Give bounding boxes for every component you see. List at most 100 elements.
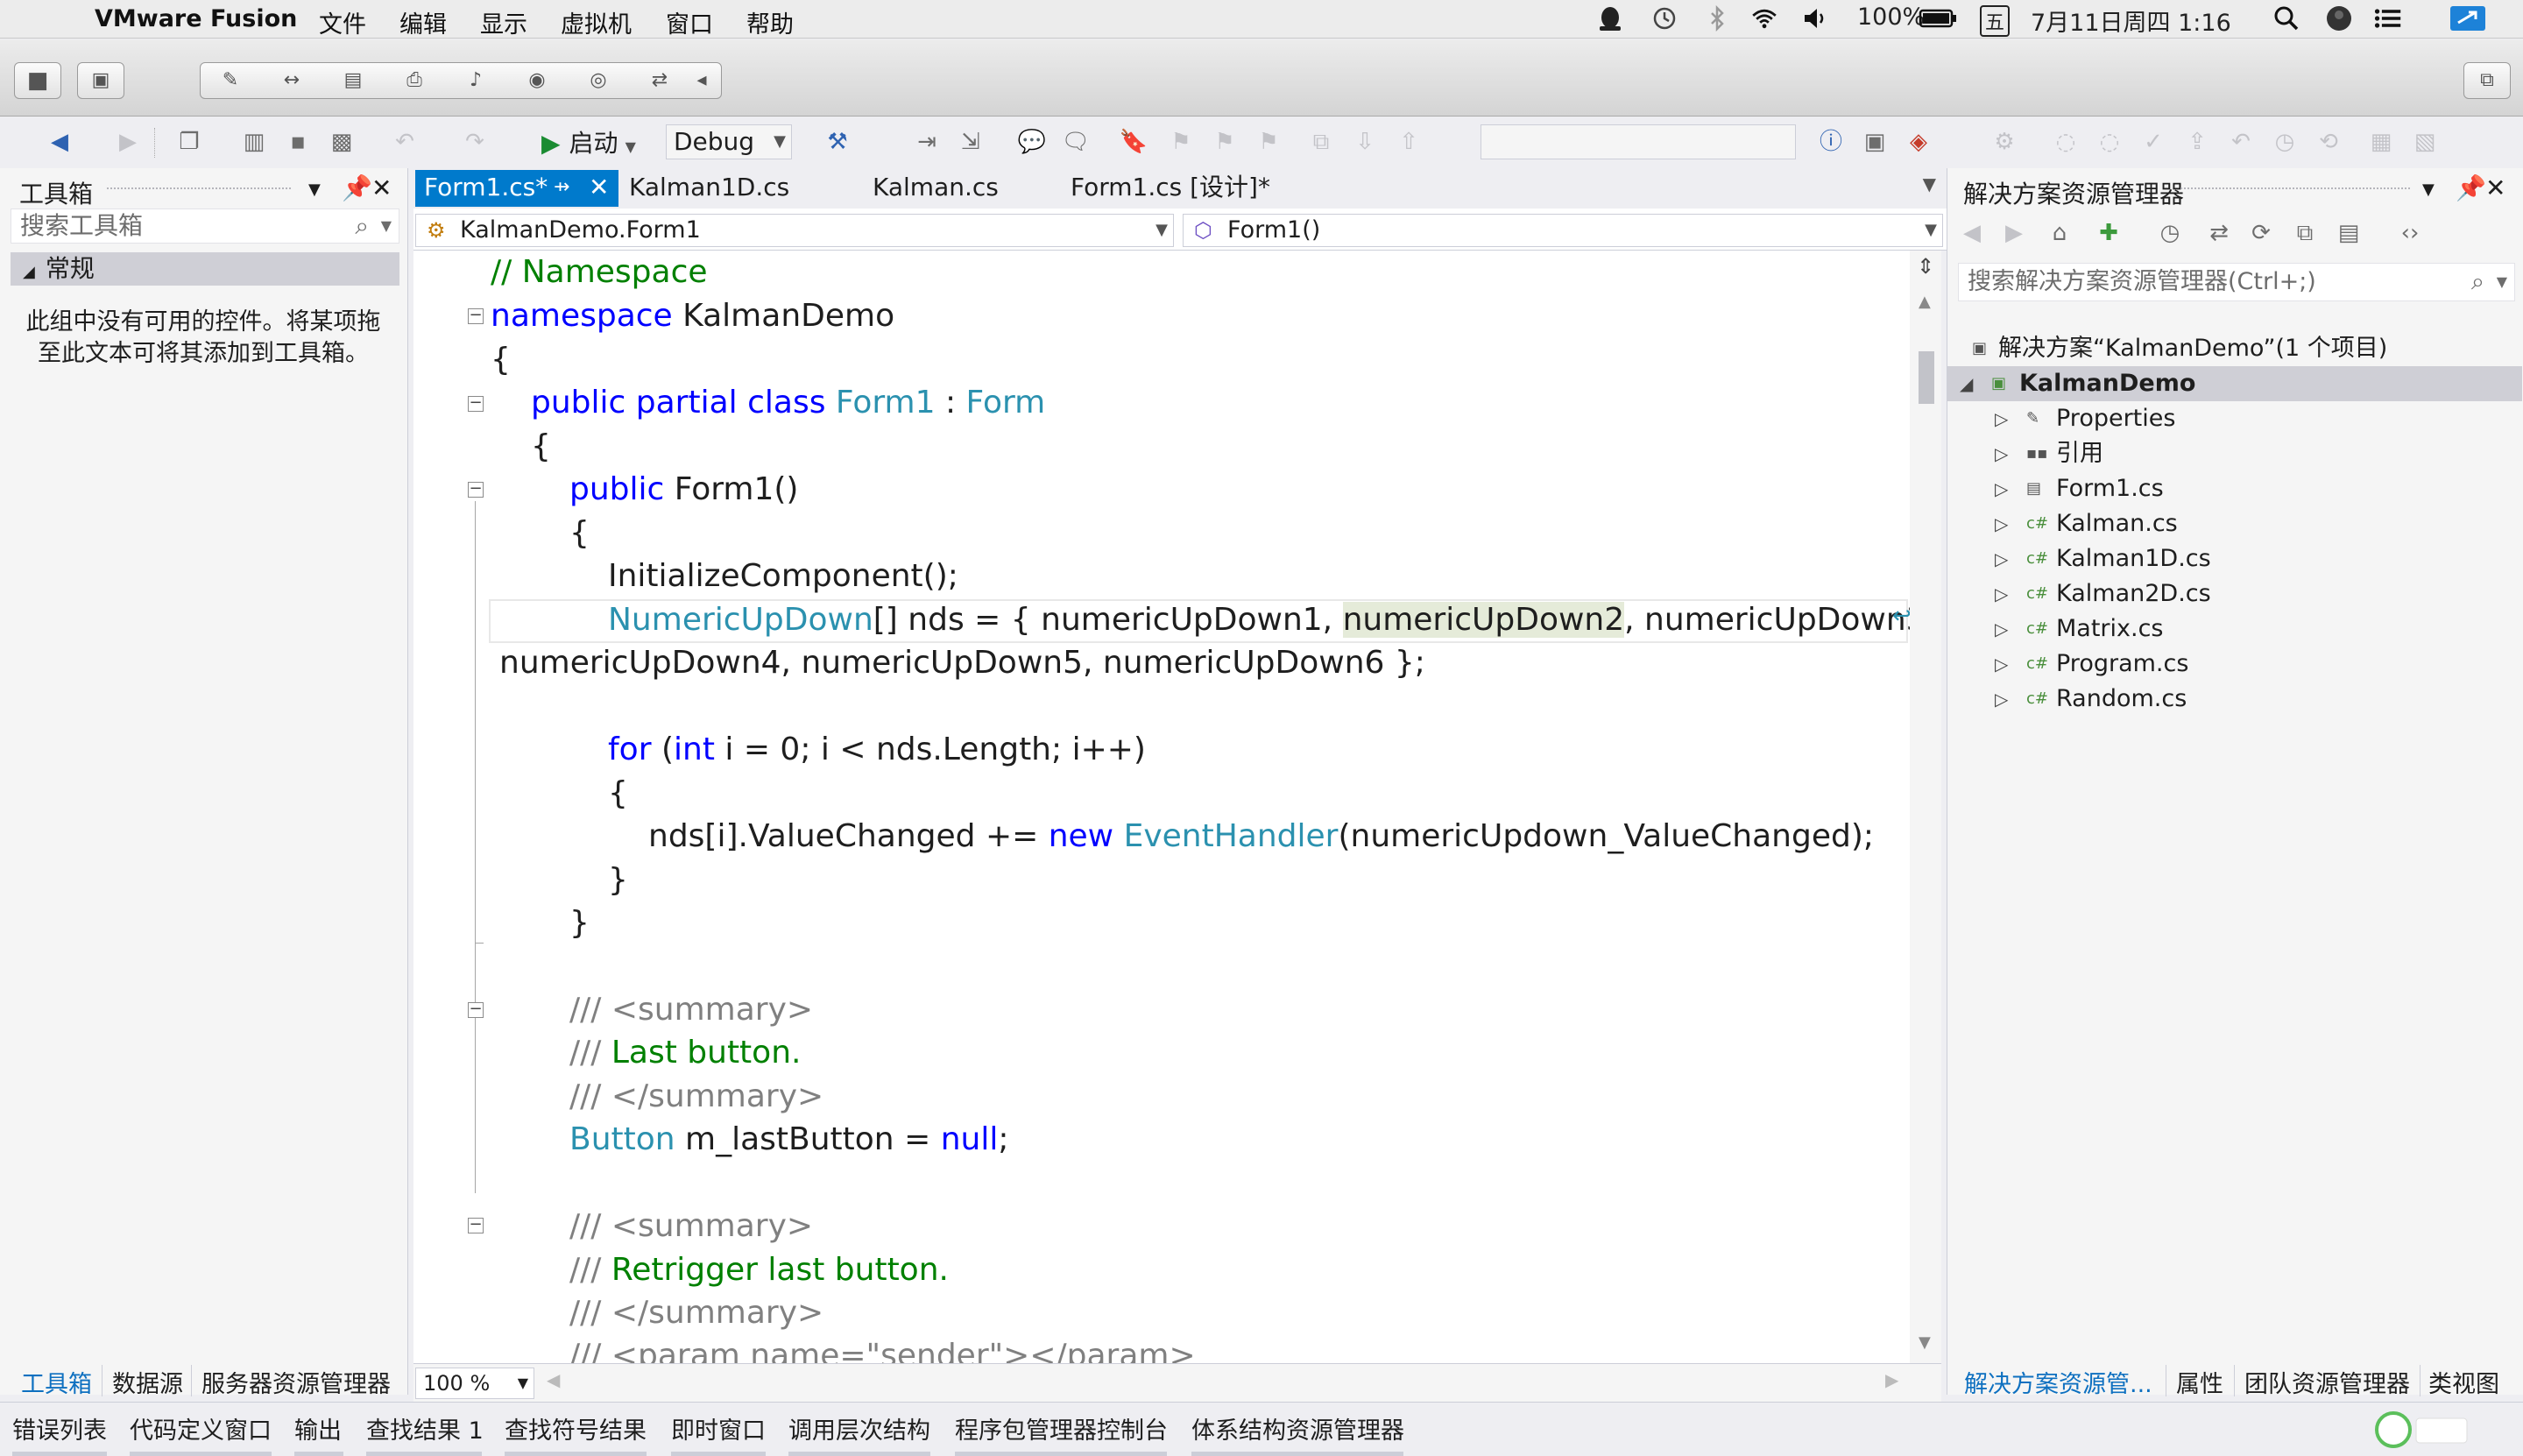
collapsed-triangle-icon[interactable]: ▷ <box>1995 611 2008 647</box>
network-icon[interactable]: ↔ <box>279 70 304 91</box>
step-over-icon[interactable]: ⇲ <box>955 126 986 158</box>
class-dropdown[interactable]: ⚙ KalmanDemo.Form1 ▼ <box>415 214 1174 247</box>
collapsed-triangle-icon[interactable]: ▷ <box>1995 471 2008 506</box>
history-icon[interactable]: ◷ <box>2269 126 2300 158</box>
down-arrow-icon[interactable]: ⇩ <box>1349 126 1381 158</box>
collapsed-triangle-icon[interactable]: ▷ <box>1995 506 2008 541</box>
tree-project-node[interactable]: ◢ ▣ KalmanDemo <box>1947 366 2522 401</box>
menu-file[interactable]: 文件 <box>319 5 366 39</box>
outline-collapse-icon[interactable]: − <box>468 481 484 498</box>
qq-icon[interactable] <box>1596 5 1624 32</box>
nav-back-icon[interactable]: ◀ <box>44 126 75 158</box>
tab-data-sources[interactable]: 数据源 <box>112 1365 183 1399</box>
next-bookmark-icon[interactable]: ⚑ <box>1209 126 1240 158</box>
tab-call-hierarchy[interactable]: 调用层次结构 <box>788 1411 930 1445</box>
input-method-indicator[interactable]: 五 <box>1980 5 2011 37</box>
code-editor[interactable]: − − − − − // Namespace namespace KalmanD… <box>413 251 1910 1363</box>
menu-edit[interactable]: 编辑 <box>399 5 447 39</box>
outline-collapse-icon[interactable]: − <box>468 1001 484 1018</box>
nav-forward-icon[interactable]: ▶ <box>112 126 144 158</box>
tab-immediate-window[interactable]: 即时窗口 <box>671 1411 766 1445</box>
panel-dropdown-icon[interactable]: ▼ <box>308 180 321 199</box>
tree-solution-node[interactable]: ▣ 解决方案“KalmanDemo”(1 个项目) <box>1947 331 2522 366</box>
solution-config-dropdown[interactable]: Debug ▼ <box>666 124 792 159</box>
save-icon[interactable]: ▪ <box>282 126 314 158</box>
outline-collapse-icon[interactable]: − <box>468 1217 484 1233</box>
tab-kalman1d-cs[interactable]: Kalman1D.cs <box>620 170 798 207</box>
member-dropdown[interactable]: ⬡ Form1() ▼ <box>1183 214 1943 247</box>
uncomment-icon[interactable]: 🗨 <box>1060 126 1092 158</box>
tree-item-kalman1d[interactable]: ▷ c# Kalman1D.cs <box>1947 541 2522 576</box>
check-icon[interactable]: ✓ <box>2138 126 2169 158</box>
tree-item-properties[interactable]: ▷ ✎ Properties <box>1947 401 2522 436</box>
hard-disk-icon[interactable]: ▤ <box>341 70 365 91</box>
collapsed-triangle-icon[interactable]: ▷ <box>1995 647 2008 682</box>
zoom-dropdown[interactable]: 100 % ▼ <box>415 1368 534 1399</box>
tab-form1-designer[interactable]: Form1.cs [设计]* <box>1062 170 1279 207</box>
tree-item-kalman2d[interactable]: ▷ c# Kalman2D.cs <box>1947 576 2522 611</box>
extra-tool-icon[interactable]: ⚙ <box>1989 126 2020 158</box>
tab-error-list[interactable]: 错误列表 <box>12 1411 107 1445</box>
scroll-up-icon[interactable]: ▲ <box>1919 293 1931 311</box>
scroll-left-icon[interactable]: ◀ <box>547 1369 560 1390</box>
search-options-icon[interactable]: ▼ <box>2497 264 2507 300</box>
tab-properties[interactable]: 属性 <box>2176 1365 2223 1399</box>
menu-view[interactable]: 显示 <box>480 5 527 39</box>
tree-item-random[interactable]: ▷ c# Random.cs <box>1947 682 2522 717</box>
tree-item-matrix[interactable]: ▷ c# Matrix.cs <box>1947 611 2522 647</box>
tab-class-view[interactable]: 类视图 <box>2428 1365 2499 1399</box>
tab-find-results[interactable]: 查找结果 1 <box>366 1411 484 1445</box>
tab-package-manager-console[interactable]: 程序包管理器控制台 <box>955 1411 1168 1445</box>
vm-fullscreen-button[interactable]: ⧉ <box>2463 62 2511 99</box>
comment-icon[interactable]: 💬 <box>1016 126 1048 158</box>
find-combo[interactable] <box>1481 124 1796 159</box>
close-icon[interactable]: ✕ <box>371 173 392 202</box>
view-code-icon[interactable]: ‹› <box>2394 217 2426 249</box>
toolbox-search-input[interactable]: 搜索工具箱 ⌕ ▼ <box>11 209 399 244</box>
tab-code-definition[interactable]: 代码定义窗口 <box>130 1411 272 1445</box>
breakpoint-icon[interactable]: ◌ <box>2050 126 2081 158</box>
save-all-icon[interactable]: ▩ <box>326 126 357 158</box>
tab-form1-cs[interactable]: Form1.cs* ⇸ ✕ <box>415 170 618 207</box>
start-debug-button[interactable]: ▶ 启动 ▼ <box>541 124 636 159</box>
tree-item-program[interactable]: ▷ c# Program.cs <box>1947 647 2522 682</box>
layout2-icon[interactable]: ▧ <box>2409 126 2441 158</box>
info-icon[interactable]: ⓘ <box>1815 126 1847 158</box>
forward-icon[interactable]: ▶ <box>1998 217 2030 249</box>
network-monitor-icon[interactable] <box>2374 1411 2470 1448</box>
scroll-down-icon[interactable]: ▼ <box>1919 1333 1931 1352</box>
tree-item-kalman[interactable]: ▷ c# Kalman.cs <box>1947 506 2522 541</box>
battery-icon[interactable] <box>1919 5 1959 32</box>
vm-snapshot-button[interactable]: ▣ <box>77 62 124 99</box>
wrench-icon[interactable]: ✎ <box>218 70 243 91</box>
search-icon[interactable]: ⌕ <box>2471 264 2484 300</box>
scroll-right-icon[interactable]: ▶ <box>1885 1369 1898 1390</box>
menu-window[interactable]: 窗口 <box>666 5 713 39</box>
cd-icon[interactable]: ◎ <box>586 70 611 91</box>
scrollbar-thumb[interactable] <box>1919 351 1934 404</box>
expanded-triangle-icon[interactable]: ◢ <box>1960 366 1973 401</box>
bluetooth-icon[interactable] <box>1703 5 1731 32</box>
breakpoint2-icon[interactable]: ◌ <box>2094 126 2125 158</box>
tree-item-references[interactable]: ▷ ▪▪ 引用 <box>1947 436 2522 471</box>
sound-icon[interactable]: ♪ <box>463 70 488 91</box>
show-all-files-icon[interactable]: ▤ <box>2333 217 2364 249</box>
vmware-status-icon[interactable] <box>2449 5 2486 32</box>
time-machine-icon[interactable] <box>1650 5 1678 32</box>
solution-search-input[interactable]: 搜索解决方案资源管理器(Ctrl+;) ⌕ ▼ <box>1958 263 2515 301</box>
toolbox-group-header[interactable]: ◢ 常规 <box>11 252 399 286</box>
collapsed-triangle-icon[interactable]: ▷ <box>1995 576 2008 611</box>
history-icon[interactable]: ◷ <box>2154 217 2186 249</box>
outline-collapse-icon[interactable]: − <box>468 307 484 324</box>
spotlight-search-icon[interactable] <box>2272 5 2300 32</box>
attach-icon[interactable]: ⚒ <box>822 126 853 158</box>
publish-icon[interactable]: ⇪ <box>2181 126 2213 158</box>
user-avatar-icon[interactable] <box>2325 5 2353 32</box>
new-project-icon[interactable]: ❐ <box>173 126 205 158</box>
collapsed-triangle-icon[interactable]: ▷ <box>1995 682 2008 717</box>
tree-item-form1[interactable]: ▷ ▤ Form1.cs <box>1947 471 2522 506</box>
search-icon[interactable]: ⌕ <box>355 209 369 243</box>
tab-list-dropdown-icon[interactable]: ▼ <box>1923 173 1936 194</box>
menu-vm[interactable]: 虚拟机 <box>561 5 632 39</box>
sync-icon[interactable]: ⇄ <box>2203 217 2235 249</box>
